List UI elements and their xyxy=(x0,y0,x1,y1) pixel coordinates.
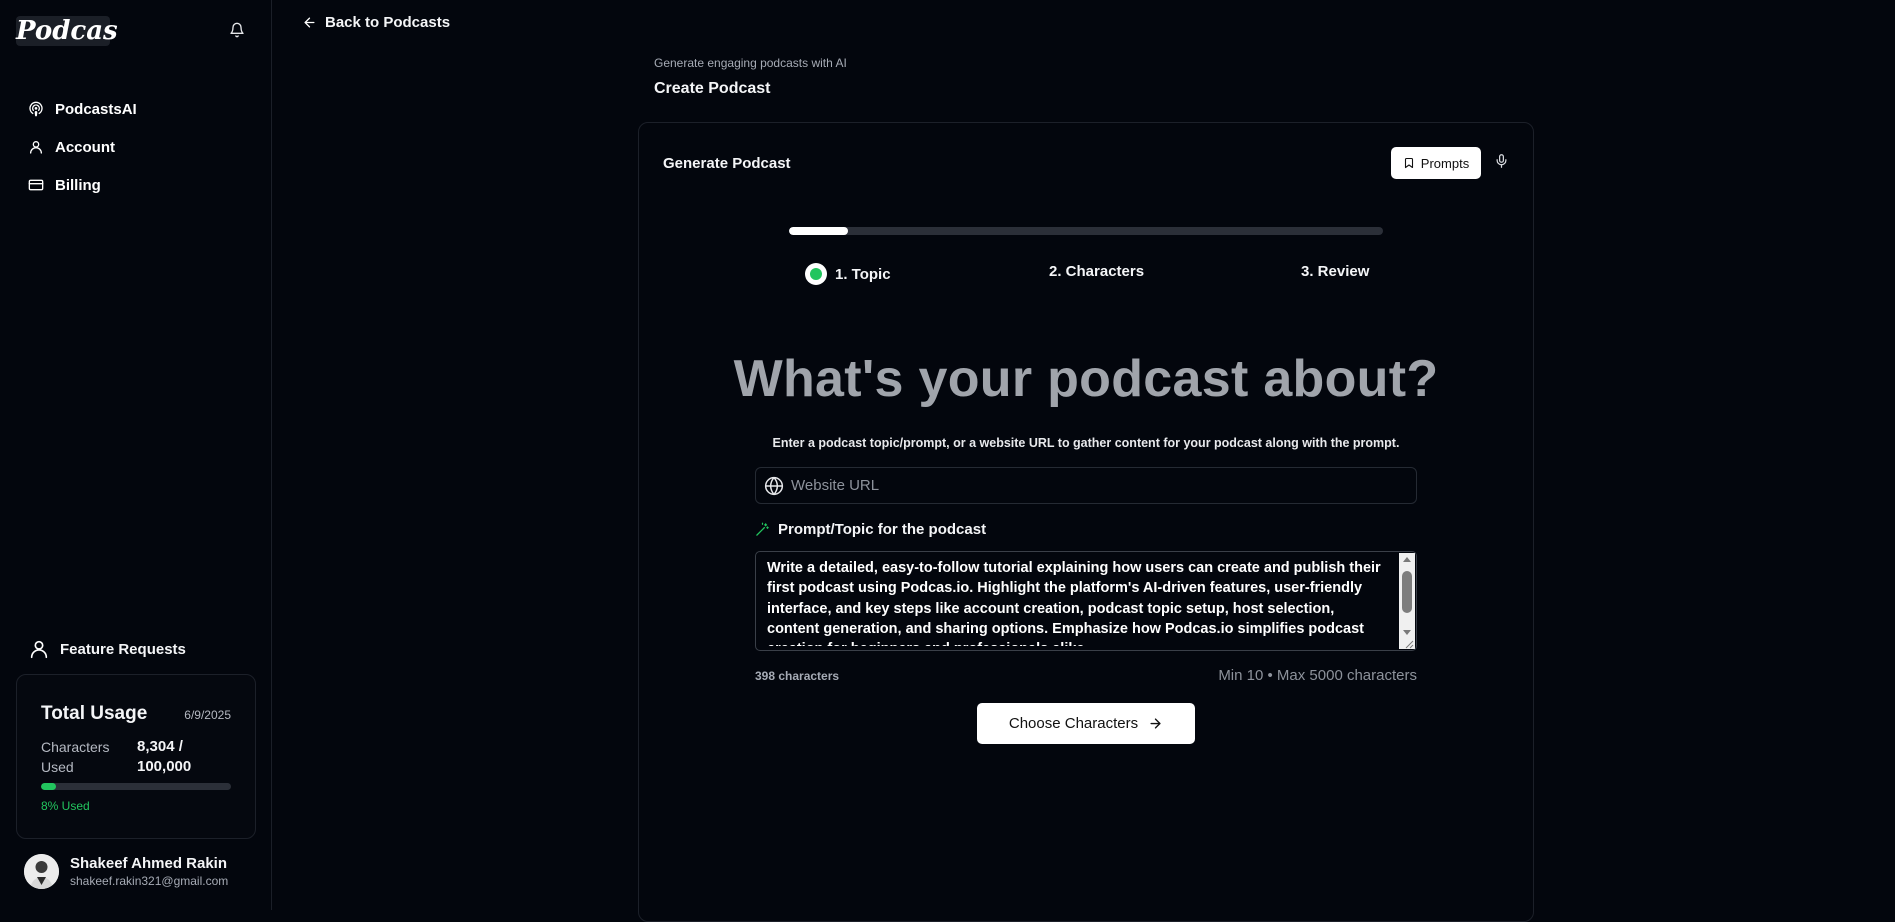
generate-podcast-card: Generate Podcast Prompts 1. Topic 2. Cha… xyxy=(638,122,1534,922)
prompts-label: Prompts xyxy=(1420,155,1470,171)
user-email: shakeef.rakin321@gmail.com xyxy=(70,873,229,888)
website-url-input[interactable] xyxy=(791,477,1391,494)
credit-card-icon xyxy=(28,177,44,193)
stepper: 1. Topic 2. Characters 3. Review xyxy=(639,263,1533,287)
sidebar-item-label: Account xyxy=(55,138,115,156)
prompt-label-text: Prompt/Topic for the podcast xyxy=(778,521,987,538)
prompt-label: Prompt/Topic for the podcast xyxy=(755,521,986,538)
back-label: Back to Podcasts xyxy=(325,14,451,31)
step-progress-bar xyxy=(789,227,1383,235)
choose-characters-button[interactable]: Choose Characters xyxy=(977,703,1195,744)
usage-progress-fill xyxy=(41,783,57,790)
user-icon xyxy=(28,139,44,155)
user-name: Shakeef Ahmed Rakin xyxy=(70,854,227,872)
step-label: 2. Characters xyxy=(1049,263,1145,280)
step-characters[interactable]: 2. Characters xyxy=(1049,263,1144,280)
resize-handle-icon[interactable] xyxy=(1404,639,1414,649)
page-subtitle: Generate engaging podcasts with AI xyxy=(654,56,847,70)
user-profile[interactable]: Shakeef Ahmed Rakin shakeef.rakin321@gma… xyxy=(24,854,228,889)
character-limit: Min 10 • Max 5000 characters xyxy=(1218,667,1417,684)
arrow-right-icon xyxy=(1148,716,1163,731)
active-step-indicator xyxy=(805,263,827,285)
prompt-textarea[interactable]: Write a detailed, easy-to-follow tutoria… xyxy=(755,551,1417,651)
scroll-up-icon[interactable] xyxy=(1403,557,1411,562)
globe-icon xyxy=(764,476,784,496)
hero-description: Enter a podcast topic/prompt, or a websi… xyxy=(772,436,1400,450)
usage-percent: 8% Used xyxy=(41,799,90,813)
card-title: Generate Podcast xyxy=(663,155,791,172)
usage-value: 8,304 / 100,000 xyxy=(137,738,192,775)
hero-heading: What's your podcast about? xyxy=(733,350,1439,408)
sidebar-nav: PodcastsAI Account Billing xyxy=(28,90,137,204)
arrow-left-icon xyxy=(302,15,317,30)
scroll-down-icon[interactable] xyxy=(1403,630,1411,635)
feature-requests-link[interactable]: Feature Requests xyxy=(28,638,186,660)
magic-wand-icon xyxy=(755,522,770,537)
sidebar-item-account[interactable]: Account xyxy=(28,128,137,166)
usage-label: Characters Used xyxy=(41,739,110,775)
character-count: 398 characters xyxy=(755,669,840,683)
textarea-scrollbar[interactable] xyxy=(1399,553,1415,649)
bookmark-icon xyxy=(1403,157,1415,169)
prompts-button[interactable]: Prompts xyxy=(1391,147,1481,179)
sidebar-item-label: Billing xyxy=(55,176,101,194)
sidebar-item-podcastsai[interactable]: PodcastsAI xyxy=(28,90,137,128)
avatar xyxy=(24,854,59,889)
usage-title: Total Usage xyxy=(41,703,148,724)
sidebar-item-label: PodcastsAI xyxy=(55,100,137,118)
scroll-thumb[interactable] xyxy=(1402,571,1412,613)
prompt-text[interactable]: Write a detailed, easy-to-follow tutoria… xyxy=(767,558,1387,646)
step-topic[interactable]: 1. Topic xyxy=(805,263,891,285)
podcast-icon xyxy=(28,101,44,117)
step-review[interactable]: 3. Review xyxy=(1301,263,1369,280)
choose-characters-label: Choose Characters xyxy=(1008,715,1139,732)
sidebar-item-billing[interactable]: Billing xyxy=(28,166,137,204)
usage-date: 6/9/2025 xyxy=(184,708,231,722)
usage-progress-bar xyxy=(41,783,231,790)
app-logo[interactable]: Podcas xyxy=(16,16,118,46)
bell-icon[interactable] xyxy=(229,22,245,38)
microphone-icon[interactable] xyxy=(1494,153,1509,169)
step-label: 1. Topic xyxy=(835,265,891,283)
feature-requests-label: Feature Requests xyxy=(60,640,186,658)
step-progress-fill xyxy=(789,227,849,235)
page-title: Create Podcast xyxy=(654,80,771,97)
sidebar: Podcas PodcastsAI Account Billing Featur xyxy=(0,0,272,910)
step-label: 3. Review xyxy=(1301,263,1370,280)
usage-card: Total Usage 6/9/2025 Characters Used 8,3… xyxy=(16,674,256,839)
website-url-field[interactable] xyxy=(755,467,1417,504)
user-icon xyxy=(28,638,50,660)
back-to-podcasts-link[interactable]: Back to Podcasts xyxy=(302,14,450,31)
